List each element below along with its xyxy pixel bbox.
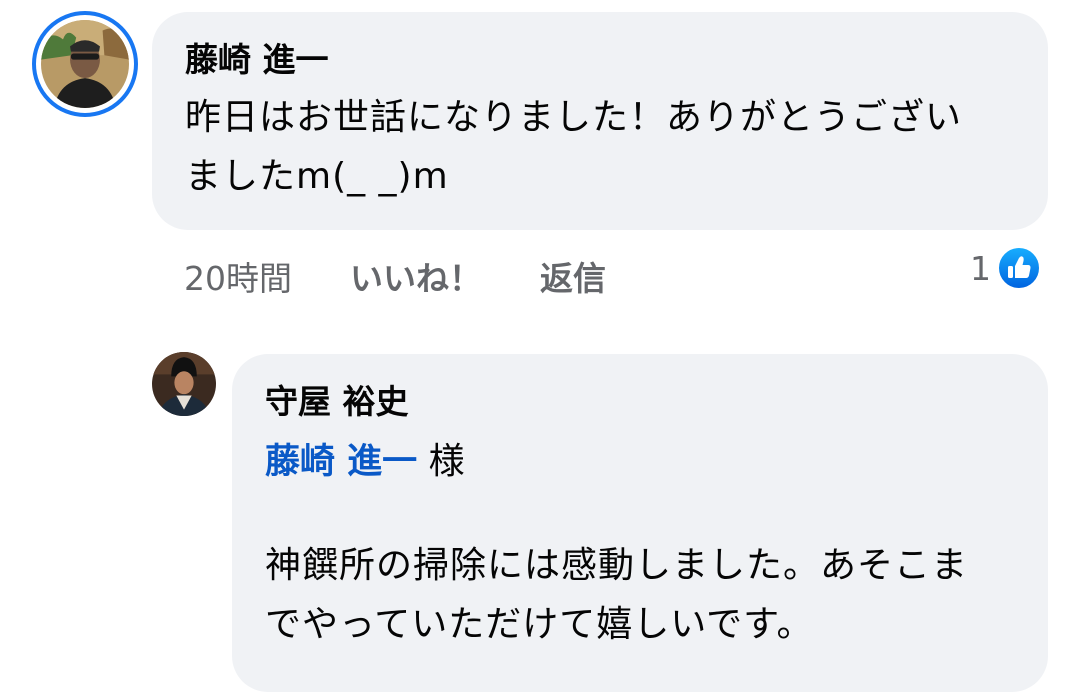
- reply-text: 神饌所の掃除には感動しました。あそこまでやっていただけて嬉しいです。: [265, 545, 969, 645]
- like-button[interactable]: いいね！: [350, 252, 482, 300]
- comment-author[interactable]: 藤崎 進一: [185, 36, 1014, 84]
- commenter-avatar[interactable]: [32, 11, 138, 117]
- thumbs-up-icon: [997, 246, 1041, 290]
- reply-bubble: 守屋 裕史 藤崎 進一 様 神饌所の掃除には感動しました。あそこまでやっていただ…: [232, 354, 1048, 692]
- replier-avatar[interactable]: [152, 352, 216, 416]
- comment-timestamp[interactable]: 20時間: [184, 252, 292, 300]
- reaction-count: 1: [970, 248, 991, 288]
- reaction-summary[interactable]: 1: [970, 244, 1041, 292]
- comment-bubble: 藤崎 進一 昨日はお世話になりました！ありがとうございましたm(_ _)m: [152, 12, 1048, 230]
- reply-author[interactable]: 守屋 裕史: [265, 378, 1014, 426]
- reply-button[interactable]: 返信: [540, 252, 606, 300]
- comment-actions: 20時間 いいね！ 返信: [184, 252, 606, 300]
- mention-link[interactable]: 藤崎 進一: [265, 442, 417, 482]
- reply-mention-line: 藤崎 進一 様: [265, 432, 1014, 492]
- comment-text: 昨日はお世話になりました！ありがとうございましたm(_ _)m: [185, 97, 963, 197]
- mention-suffix: 様: [417, 441, 465, 482]
